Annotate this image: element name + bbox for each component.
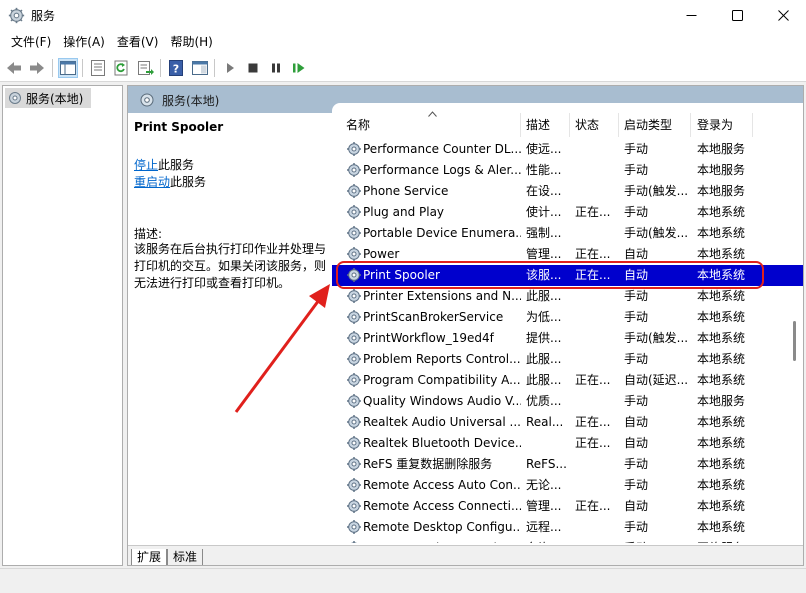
- refresh-button[interactable]: [112, 58, 132, 78]
- menu-action[interactable]: 操作(A): [57, 32, 111, 53]
- tab-extended[interactable]: 扩展: [131, 549, 168, 565]
- export-list-button[interactable]: [136, 58, 156, 78]
- services-gear-icon: [9, 92, 21, 104]
- toolbar: ?: [0, 54, 806, 82]
- menu-file[interactable]: 文件(F): [5, 32, 57, 53]
- services-pane: 服务(本地) Print Spooler 停止此服务 重启动此服务 描述: 该服…: [127, 85, 804, 566]
- services-gear-icon: [8, 7, 25, 24]
- show-action-pane-button[interactable]: [190, 58, 210, 78]
- console-tree: 服务(本地): [2, 85, 123, 566]
- start-service-button[interactable]: [220, 58, 240, 78]
- pause-icon: [272, 63, 280, 73]
- tree-item-services-local[interactable]: 服务(本地): [5, 88, 91, 108]
- close-icon: [777, 10, 789, 21]
- menu-help[interactable]: 帮助(H): [164, 32, 218, 53]
- forward-arrow-icon: [30, 62, 44, 74]
- restart-icon: [293, 63, 305, 73]
- status-bar: [0, 568, 806, 593]
- help-icon: ?: [169, 60, 183, 76]
- back-arrow-icon: [7, 62, 21, 74]
- action-pane-icon: [192, 61, 208, 75]
- menu-bar: 文件(F) 操作(A) 查看(V) 帮助(H): [0, 31, 806, 54]
- maximize-icon: [731, 10, 743, 21]
- view-tabs: 扩展 标准: [128, 545, 803, 565]
- stop-icon: [248, 63, 258, 73]
- menu-view[interactable]: 查看(V): [111, 32, 165, 53]
- window-title: 服务: [31, 9, 56, 23]
- title-bar: 服务: [0, 0, 806, 31]
- tree-item-label: 服务(本地): [26, 91, 84, 106]
- close-button[interactable]: [760, 0, 806, 31]
- maximize-button[interactable]: [714, 0, 760, 31]
- svg-text:?: ?: [173, 63, 179, 76]
- show-hide-console-tree-button[interactable]: [58, 58, 78, 78]
- annotation-arrow-icon: [234, 284, 330, 413]
- minimize-icon: [686, 15, 696, 16]
- back-button[interactable]: [4, 58, 24, 78]
- refresh-icon: [114, 60, 128, 76]
- properties-icon: [91, 60, 105, 76]
- help-button[interactable]: ?: [166, 58, 186, 78]
- stop-service-button[interactable]: [243, 58, 263, 78]
- export-list-icon: [138, 61, 154, 75]
- minimize-button[interactable]: [668, 0, 714, 31]
- restart-service-button[interactable]: [289, 58, 309, 78]
- pause-service-button[interactable]: [266, 58, 286, 78]
- properties-button[interactable]: [88, 58, 108, 78]
- forward-button[interactable]: [27, 58, 47, 78]
- tab-standard[interactable]: 标准: [167, 549, 204, 565]
- console-tree-icon: [60, 61, 76, 75]
- play-icon: [227, 63, 234, 73]
